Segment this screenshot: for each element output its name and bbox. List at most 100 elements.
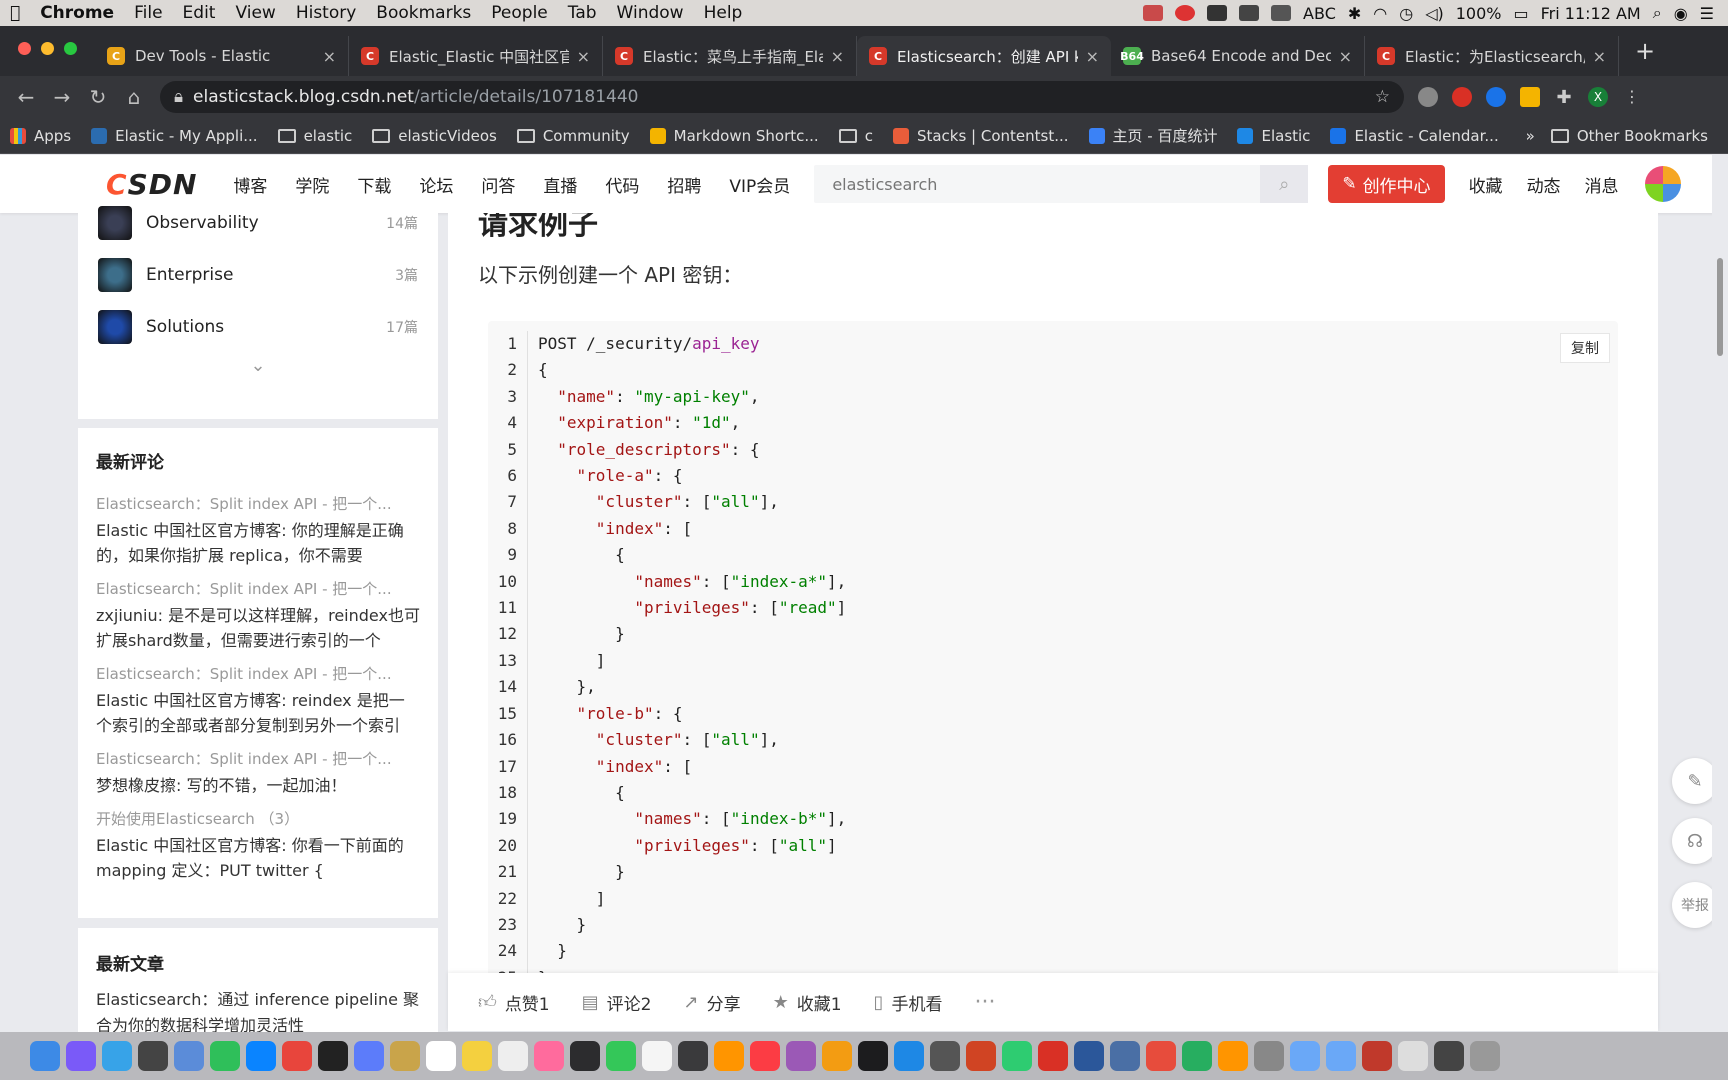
- nav-link[interactable]: 直播: [543, 172, 577, 197]
- tab-1[interactable]: C Elastic_Elastic 中国社区官方 ×: [349, 36, 603, 76]
- back-button[interactable]: ←: [8, 85, 44, 109]
- category-item[interactable]: Enterprise 3篇: [78, 249, 438, 301]
- wifi-icon[interactable]: ◠: [1373, 4, 1387, 23]
- menubar-app-name[interactable]: Chrome: [30, 3, 124, 23]
- extension-icon[interactable]: [1452, 87, 1472, 107]
- close-window-button[interactable]: [18, 41, 31, 55]
- nav-link[interactable]: 招聘: [667, 172, 701, 197]
- page-scrollbar[interactable]: [1712, 155, 1728, 1035]
- lock-icon[interactable]: 🔒︎: [174, 87, 183, 107]
- status-app-icon[interactable]: [1271, 5, 1292, 21]
- nav-link[interactable]: 代码: [605, 172, 639, 197]
- comment-article-link[interactable]: Elasticsearch：Split index API - 把一个...: [96, 663, 420, 684]
- search-input[interactable]: [814, 174, 1261, 194]
- dock-app-icon[interactable]: [750, 1041, 780, 1071]
- comment-item[interactable]: 开始使用Elasticsearch （3） Elastic 中国社区官方博客: 你…: [96, 808, 420, 883]
- comment-button[interactable]: ▤ 评论2: [582, 990, 652, 1015]
- dock-app-icon[interactable]: [354, 1041, 384, 1071]
- nav-link[interactable]: 下载: [357, 172, 391, 197]
- dock-app-icon[interactable]: [498, 1041, 528, 1071]
- bookmark-item[interactable]: elastic: [277, 127, 352, 145]
- search-icon[interactable]: ⌕: [1260, 165, 1309, 203]
- dock-app-icon[interactable]: [1434, 1041, 1464, 1071]
- dock-app-icon[interactable]: [318, 1041, 348, 1071]
- bookmark-item[interactable]: Markdown Shortc...: [649, 127, 819, 145]
- avatar[interactable]: [1644, 166, 1681, 202]
- profile-avatar[interactable]: X: [1588, 87, 1608, 107]
- close-tab-icon[interactable]: ×: [831, 47, 844, 66]
- bookmark-item[interactable]: Apps: [10, 127, 71, 145]
- dock-app-icon[interactable]: [1074, 1041, 1104, 1071]
- menu-people[interactable]: People: [481, 3, 557, 23]
- status-app-icon[interactable]: [1175, 5, 1196, 21]
- dock-app-icon[interactable]: [102, 1041, 132, 1071]
- close-tab-icon[interactable]: ×: [1086, 47, 1099, 66]
- spotlight-icon[interactable]: ⌕: [1653, 3, 1662, 23]
- header-link[interactable]: 收藏: [1469, 172, 1503, 197]
- nav-link[interactable]: 学院: [295, 172, 329, 197]
- dock-app-icon[interactable]: [786, 1041, 816, 1071]
- comment-item[interactable]: Elasticsearch：Split index API - 把一个... El…: [96, 663, 420, 738]
- dock-app-icon[interactable]: [1146, 1041, 1176, 1071]
- other-bookmarks[interactable]: Other Bookmarks: [1550, 127, 1708, 145]
- notification-icon[interactable]: [1239, 5, 1260, 21]
- bookmarks-overflow-button[interactable]: »: [1526, 127, 1535, 145]
- dock-app-icon[interactable]: [1254, 1041, 1284, 1071]
- dock-app-icon[interactable]: [894, 1041, 924, 1071]
- reload-button[interactable]: ↻: [80, 85, 116, 109]
- dock-app-icon[interactable]: [1290, 1041, 1320, 1071]
- menu-view[interactable]: View: [225, 3, 285, 23]
- dock-app-icon[interactable]: [1326, 1041, 1356, 1071]
- nav-link[interactable]: 问答: [481, 172, 515, 197]
- chevron-down-icon[interactable]: ⌄: [78, 355, 438, 376]
- bluetooth-icon[interactable]: ✱: [1348, 4, 1361, 23]
- comment-article-link[interactable]: Elasticsearch：Split index API - 把一个...: [96, 578, 420, 599]
- bookmark-item[interactable]: Elastic - Calendar...: [1330, 127, 1499, 145]
- dock-app-icon[interactable]: [1362, 1041, 1392, 1071]
- menu-tab[interactable]: Tab: [558, 3, 607, 23]
- comment-article-link[interactable]: Elasticsearch：Split index API - 把一个...: [96, 493, 420, 514]
- csdn-logo[interactable]: CSDN: [106, 168, 197, 201]
- dock-app-icon[interactable]: [1002, 1041, 1032, 1071]
- close-tab-icon[interactable]: ×: [577, 47, 590, 66]
- bookmark-star-icon[interactable]: ☆: [1375, 87, 1390, 107]
- input-source[interactable]: ABC: [1303, 4, 1336, 23]
- tab-3[interactable]: C Elasticsearch：创建 API ke ×: [857, 36, 1111, 76]
- control-center-icon[interactable]: ☰: [1700, 4, 1714, 23]
- category-item[interactable]: Solutions 17篇: [78, 301, 438, 353]
- chrome-menu-icon[interactable]: ⋮: [1622, 87, 1642, 107]
- dock-app-icon[interactable]: [66, 1041, 96, 1071]
- dock-app-icon[interactable]: [174, 1041, 204, 1071]
- dock-app-icon[interactable]: [1470, 1041, 1500, 1071]
- bookmark-item[interactable]: Elastic: [1237, 127, 1310, 145]
- status-app-icon[interactable]: [1143, 5, 1164, 21]
- nav-link[interactable]: 博客: [233, 172, 267, 197]
- forward-button[interactable]: →: [44, 85, 80, 109]
- menu-edit[interactable]: Edit: [173, 3, 226, 23]
- bookmark-item[interactable]: c: [838, 127, 873, 145]
- category-item[interactable]: Observability 14篇: [78, 197, 438, 249]
- dock-app-icon[interactable]: [642, 1041, 672, 1071]
- favorite-button[interactable]: ★ 收藏1: [773, 990, 842, 1015]
- dock-app-icon[interactable]: [1038, 1041, 1068, 1071]
- clock[interactable]: Fri 11:12 AM: [1541, 4, 1641, 23]
- zoom-window-button[interactable]: [64, 41, 77, 55]
- apple-icon[interactable]: : [0, 3, 30, 23]
- dock-app-icon[interactable]: [462, 1041, 492, 1071]
- comment-item[interactable]: Elasticsearch：Split index API - 把一个... 梦想…: [96, 748, 420, 798]
- battery-percent[interactable]: 100%: [1456, 4, 1502, 23]
- menu-window[interactable]: Window: [607, 3, 694, 23]
- dock-app-icon[interactable]: [966, 1041, 996, 1071]
- scrollbar-thumb[interactable]: [1717, 258, 1723, 356]
- close-tab-icon[interactable]: ×: [1339, 47, 1352, 66]
- comment-article-link[interactable]: 开始使用Elasticsearch （3）: [96, 808, 420, 829]
- home-button[interactable]: ⌂: [116, 85, 152, 109]
- dock-app-icon[interactable]: [210, 1041, 240, 1071]
- comment-item[interactable]: Elasticsearch：Split index API - 把一个... El…: [96, 493, 420, 568]
- dock-app-icon[interactable]: [426, 1041, 456, 1071]
- more-button[interactable]: ···: [974, 990, 995, 1015]
- dock-app-icon[interactable]: [1398, 1041, 1428, 1071]
- copy-button[interactable]: 复制: [1560, 333, 1610, 363]
- dock-app-icon[interactable]: [282, 1041, 312, 1071]
- extension-icon[interactable]: [1520, 87, 1540, 107]
